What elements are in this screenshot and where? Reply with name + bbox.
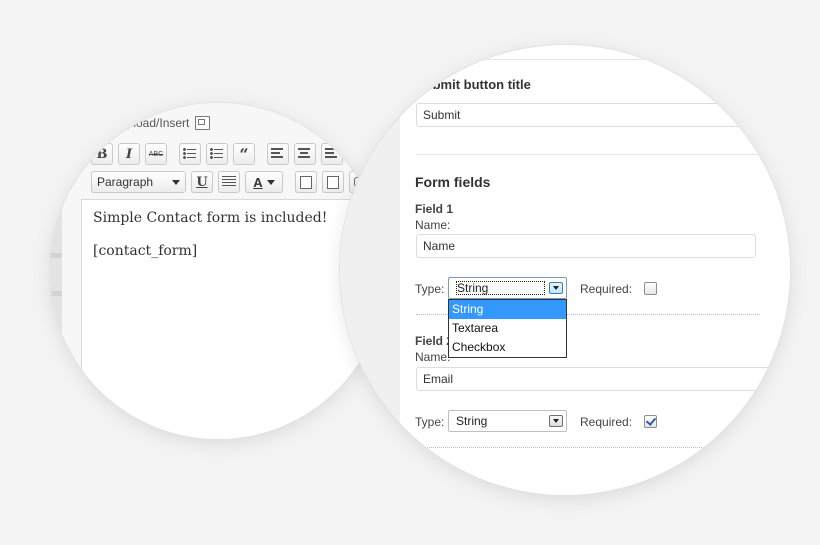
underline-label: U — [196, 174, 208, 190]
type-option-textarea[interactable]: Textarea — [449, 319, 566, 338]
strikethrough-label: ABC — [148, 150, 164, 158]
field-1-type-label: Type: — [415, 282, 445, 296]
chevron-down-icon[interactable] — [549, 282, 563, 294]
align-left-button[interactable] — [267, 143, 289, 165]
align-center-button[interactable] — [294, 143, 316, 165]
toolbar-row-2: Paragraph U A — [91, 170, 376, 194]
content-line-1: Simple Contact form is included! — [93, 210, 328, 226]
field-2-type-select[interactable]: String — [448, 410, 567, 432]
bullet-list-button[interactable] — [179, 143, 201, 165]
editor-magnifier: Upload/Insert B I ABC “ Paragraph U A Si… — [50, 103, 386, 439]
justify-icon — [222, 176, 236, 188]
media-buttons-row: Upload/Insert — [62, 113, 211, 133]
add-media-icon[interactable] — [195, 116, 211, 130]
chevron-down-icon — [172, 179, 180, 185]
numbered-list-icon — [210, 148, 224, 160]
format-select[interactable]: Paragraph — [91, 171, 186, 193]
bold-button[interactable]: B — [91, 143, 113, 165]
screenshot-stage: Upload/Insert B I ABC “ Paragraph U A Si… — [0, 0, 820, 545]
field-1-name-input[interactable]: Name — [416, 234, 756, 258]
bold-label: B — [96, 146, 108, 162]
field-2-required-label: Required: — [580, 415, 633, 429]
form-builder-magnifier: Submit button title Submit Form fields F… — [340, 45, 790, 495]
chevron-down-icon — [266, 179, 275, 185]
form-fields-title: Form fields — [415, 174, 491, 190]
paste-text-button[interactable] — [295, 171, 317, 193]
contact-form-shortcode: [contact_form] — [93, 243, 198, 259]
field-1-heading: Field 1 — [415, 202, 454, 216]
justify-button[interactable] — [218, 171, 240, 193]
admin-sidebar-edge — [50, 103, 62, 439]
italic-label: I — [125, 146, 133, 162]
paste-word-icon — [327, 175, 339, 189]
field-2-name-label: Name: — [415, 350, 451, 364]
upload-insert-link[interactable]: Upload/Insert — [62, 116, 189, 130]
type-option-string[interactable]: String — [449, 300, 566, 319]
editor-panel: Upload/Insert B I ABC “ Paragraph U A Si… — [62, 103, 386, 439]
form-settings-panel: Submit button title Submit Form fields F… — [400, 45, 790, 495]
type-dropdown-list: String Textarea Checkbox — [448, 299, 567, 358]
text-color-label: A — [253, 174, 263, 190]
submit-section-title: Submit button title — [416, 77, 531, 92]
field-separator — [416, 447, 760, 448]
underline-button[interactable]: U — [191, 171, 213, 193]
align-left-icon — [271, 148, 285, 160]
paste-text-icon — [300, 175, 312, 189]
section-divider — [416, 154, 790, 155]
field-1-required-label: Required: — [580, 282, 633, 296]
submit-title-input[interactable]: Submit — [416, 103, 776, 127]
field-1-type-value: String — [456, 281, 545, 295]
type-option-checkbox[interactable]: Checkbox — [449, 338, 566, 357]
sidebar-divider — [50, 291, 62, 296]
text-color-button[interactable]: A — [245, 171, 283, 193]
format-select-value: Paragraph — [97, 175, 154, 189]
field-3-heading: Field 3 — [415, 465, 454, 479]
numbered-list-button[interactable] — [206, 143, 228, 165]
chevron-down-icon[interactable] — [549, 415, 563, 427]
blockquote-label: “ — [239, 144, 249, 164]
field-1-required-checkbox[interactable] — [644, 282, 657, 295]
bullet-list-icon — [183, 148, 197, 160]
align-center-icon — [298, 148, 312, 160]
align-right-icon — [325, 148, 339, 160]
field-1-name-label: Name: — [415, 218, 451, 232]
sidebar-divider — [50, 253, 62, 258]
field-2-type-label: Type: — [415, 415, 445, 429]
field-1-type-select[interactable]: String — [448, 277, 567, 299]
field-2-name-input[interactable]: Email — [416, 367, 776, 391]
field-2-type-value: String — [456, 414, 488, 428]
panel-top-divider — [400, 59, 790, 60]
blockquote-button[interactable]: “ — [233, 143, 255, 165]
toolbar-row-1: B I ABC “ — [91, 142, 348, 166]
italic-button[interactable]: I — [118, 143, 140, 165]
strikethrough-button[interactable]: ABC — [145, 143, 167, 165]
field-2-required-checkbox[interactable] — [644, 415, 657, 428]
